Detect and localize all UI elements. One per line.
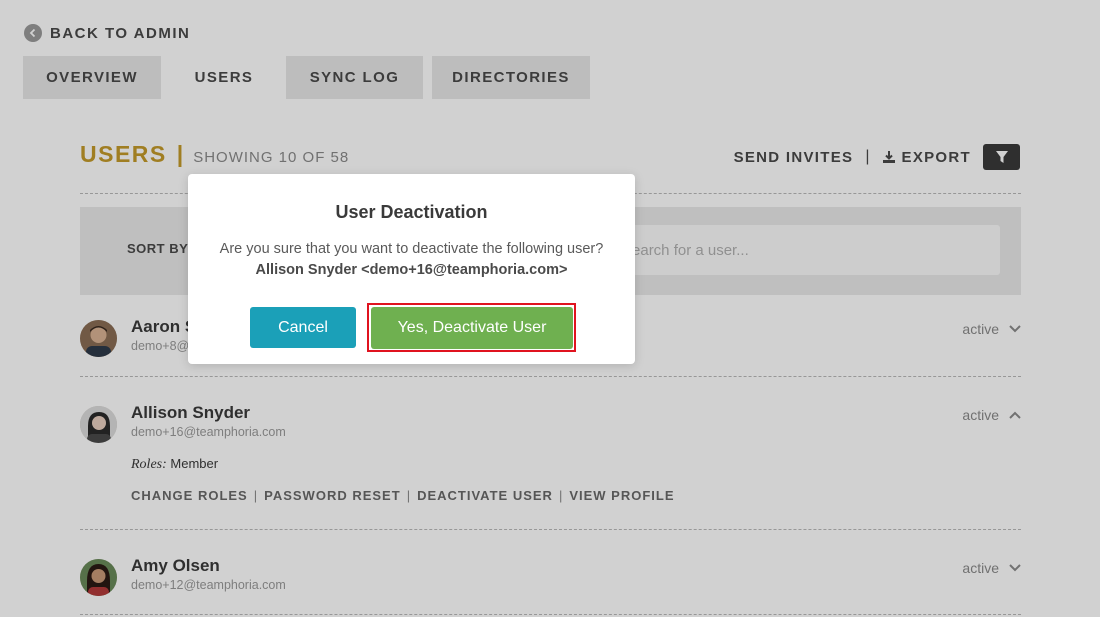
modal-title: User Deactivation <box>335 202 488 222</box>
deactivate-confirm-button[interactable]: Yes, Deactivate User <box>371 307 573 349</box>
modal-message: Are you sure that you want to deactivate… <box>219 241 604 257</box>
deactivation-modal: User Deactivation Are you sure that you … <box>188 174 635 364</box>
cancel-button[interactable]: Cancel <box>250 307 356 348</box>
modal-user-identity: Allison Snyder <demo+16@teamphoria.com> <box>255 262 568 278</box>
